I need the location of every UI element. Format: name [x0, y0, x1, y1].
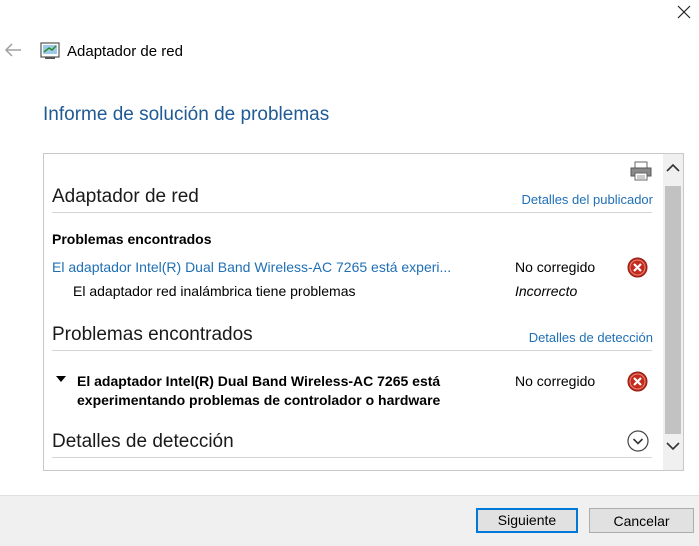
back-arrow-icon[interactable] [4, 42, 22, 58]
page-title: Informe de solución de problemas [43, 104, 330, 125]
problems-section-heading: Problemas encontrados [52, 324, 253, 345]
status-incorrect: Incorrecto [515, 283, 578, 299]
adapter-problem-link[interactable]: El adaptador Intel(R) Dual Band Wireless… [52, 259, 451, 275]
section-divider [52, 212, 652, 213]
cancel-button[interactable]: Cancelar [589, 508, 694, 533]
close-icon[interactable] [676, 4, 692, 20]
problems-found-label: Problemas encontrados [52, 231, 212, 247]
detection-details-link[interactable]: Detalles de detección [529, 330, 653, 345]
printer-icon[interactable] [630, 161, 652, 181]
report-panel: Adaptador de red Detalles del publicador… [43, 153, 684, 471]
status-not-fixed: No corregido [515, 373, 596, 389]
expand-triangle-icon[interactable] [56, 376, 66, 382]
section-divider [52, 350, 652, 351]
scroll-thumb[interactable] [665, 186, 681, 434]
footer-bar: Siguiente Cancelar [0, 495, 699, 546]
status-not-fixed: No corregido [515, 259, 596, 275]
network-adapter-icon [40, 42, 60, 59]
scroll-down-arrow-icon[interactable] [663, 438, 683, 454]
next-button[interactable]: Siguiente [476, 508, 578, 533]
chevron-down-circle-icon[interactable] [627, 430, 649, 452]
error-x-icon [627, 371, 648, 392]
scroll-up-arrow-icon[interactable] [663, 160, 683, 176]
window-title: Adaptador de red [67, 43, 183, 60]
section-divider [52, 457, 652, 458]
error-x-icon [627, 257, 648, 278]
wireless-adapter-problem-text: El adaptador red inalámbrica tiene probl… [73, 283, 356, 299]
adapter-section-heading: Adaptador de red [52, 186, 199, 207]
detection-section-heading: Detalles de detección [52, 431, 234, 452]
publisher-details-link[interactable]: Detalles del publicador [521, 192, 653, 207]
driver-problem-text: El adaptador Intel(R) Dual Band Wireless… [77, 373, 441, 408]
vertical-scrollbar[interactable] [663, 154, 683, 470]
